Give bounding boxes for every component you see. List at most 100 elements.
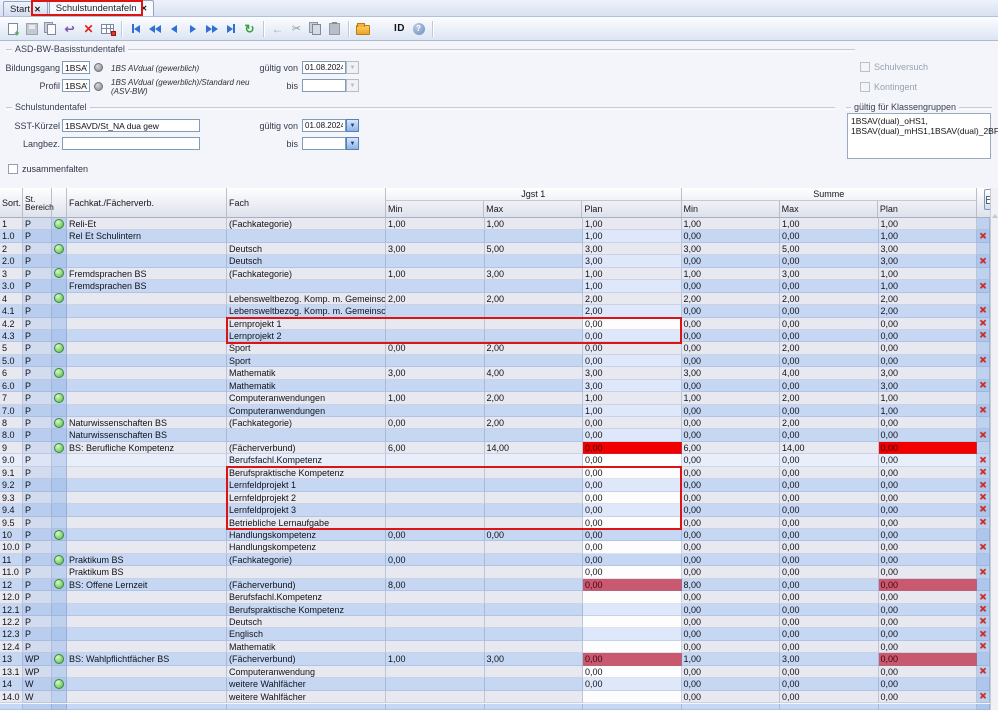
help-button[interactable]: ? — [409, 19, 428, 38]
paste-button[interactable] — [325, 19, 344, 38]
zusammenfalten-checkbox[interactable] — [8, 164, 18, 174]
cell-jgst1-plan[interactable]: 1,00 — [583, 405, 682, 417]
sst-gueltig-von-field[interactable] — [302, 119, 346, 132]
sst-bis-dropdown[interactable]: ▼ — [346, 137, 359, 150]
column-header-summe-plan[interactable]: Plan — [878, 201, 976, 217]
cell-jgst1-plan[interactable]: 0,00 — [583, 566, 682, 578]
delete-row-icon[interactable]: ✕ — [979, 541, 987, 553]
table-row[interactable]: 10.0PHandlungskompetenz0,000,000,000,00✕ — [0, 541, 990, 553]
delete-row-icon[interactable]: ✕ — [979, 380, 987, 392]
table-row[interactable]: 5PSport0,002,000,000,002,000,00 — [0, 342, 990, 354]
table-row[interactable]: 7PComputeranwendungen1,002,001,001,002,0… — [0, 392, 990, 404]
column-header-jgst1-min[interactable]: Min — [386, 201, 484, 217]
delete-row-icon[interactable]: ✕ — [979, 628, 987, 640]
cell-jgst1-plan[interactable]: 2,00 — [583, 305, 682, 317]
table-row[interactable]: 12.1PBerufspraktische Kompetenz0,000,000… — [0, 604, 990, 616]
delete-row-icon[interactable]: ✕ — [979, 318, 987, 330]
table-row[interactable]: 11PPraktikum BS(Fachkategorie)0,000,000,… — [0, 554, 990, 566]
table-row[interactable]: 12PBS: Offene Lernzeit(Fächerverbund)8,0… — [0, 579, 990, 591]
close-icon[interactable]: ✕ — [34, 5, 41, 14]
delete-button[interactable]: ✕ — [79, 19, 98, 38]
expand-add-icon[interactable] — [54, 219, 64, 229]
delete-row-icon[interactable]: ✕ — [979, 405, 987, 417]
folder-button[interactable] — [353, 19, 372, 38]
tab-start[interactable]: Start ✕ — [3, 1, 48, 16]
expand-add-icon[interactable] — [54, 679, 64, 689]
cell-jgst1-plan[interactable] — [583, 641, 682, 653]
cell-jgst1-plan[interactable] — [583, 604, 682, 616]
table-row[interactable]: 12.2PDeutsch0,000,000,00✕ — [0, 616, 990, 628]
delete-row-icon[interactable]: ✕ — [979, 591, 987, 603]
cell-jgst1-plan[interactable]: 0,00 — [583, 467, 682, 479]
table-row[interactable]: 2.0PDeutsch3,000,000,003,00✕ — [0, 255, 990, 267]
table-row[interactable]: 4.2PLernprojekt 10,000,000,000,00✕ — [0, 318, 990, 330]
expand-add-icon[interactable] — [54, 654, 64, 664]
table-row[interactable]: 11.0PPraktikum BS0,000,000,000,00✕ — [0, 566, 990, 578]
table-row[interactable]: 10PHandlungskompetenz0,000,000,000,000,0… — [0, 529, 990, 541]
first-record-button[interactable] — [126, 19, 145, 38]
delete-row-icon[interactable]: ✕ — [979, 641, 987, 653]
cell-jgst1-plan[interactable]: 0,00 — [583, 318, 682, 330]
expand-add-icon[interactable] — [54, 343, 64, 353]
expand-add-icon[interactable] — [54, 393, 64, 403]
cell-jgst1-plan[interactable]: 0,00 — [583, 479, 682, 491]
table-row[interactable]: 5.0PSport0,000,000,000,00✕ — [0, 355, 990, 367]
copy-button[interactable] — [306, 19, 325, 38]
delete-row-icon[interactable]: ✕ — [979, 666, 987, 678]
delete-row-icon[interactable]: ✕ — [979, 616, 987, 628]
table-row[interactable]: 6PMathematik3,004,003,003,004,003,00 — [0, 367, 990, 379]
expand-add-icon[interactable] — [54, 443, 64, 453]
delete-row-icon[interactable]: ✕ — [979, 355, 987, 367]
profil-field[interactable] — [62, 79, 90, 92]
table-row[interactable]: 9.0PBerufsfachl.Kompetenz0,000,000,000,0… — [0, 454, 990, 466]
duplicate-button[interactable] — [41, 19, 60, 38]
table-row[interactable]: 3.0PFremdsprachen BS1,000,000,001,00✕ — [0, 280, 990, 292]
new-record-button[interactable]: + — [3, 19, 22, 38]
cell-jgst1-plan[interactable]: 0,00 — [583, 330, 682, 342]
undo-button[interactable]: ↩ — [60, 19, 79, 38]
column-header-summe-min[interactable]: Min — [682, 201, 780, 217]
bis-field[interactable] — [302, 79, 346, 92]
cell-jgst1-plan[interactable]: 1,00 — [583, 280, 682, 292]
cell-jgst1-plan[interactable]: 0,00 — [583, 678, 682, 690]
sst-bis-field[interactable] — [302, 137, 346, 150]
table-row[interactable]: 1.0PRel Et Schulintern1,000,000,001,00✕ — [0, 230, 990, 242]
table-row[interactable]: 8.0PNaturwissenschaften BS0,000,000,000,… — [0, 429, 990, 441]
expand-add-icon[interactable] — [54, 418, 64, 428]
vertical-scrollbar[interactable] — [990, 188, 998, 710]
cut-button[interactable]: ✂ — [287, 19, 306, 38]
gueltig-von-field[interactable] — [302, 61, 346, 74]
table-row[interactable]: 13.1WPComputeranwendung0,000,000,000,00✕ — [0, 666, 990, 678]
table-row[interactable]: 9.2PLernfeldprojekt 10,000,000,000,00✕ — [0, 479, 990, 491]
delete-row-icon[interactable]: ✕ — [979, 230, 987, 242]
table-row[interactable]: 14.0Wweitere Wahlfächer0,000,000,00✕ — [0, 691, 990, 703]
scroll-up-icon[interactable] — [992, 214, 998, 218]
table-row[interactable]: 4.3PLernprojekt 20,000,000,000,00✕ — [0, 330, 990, 342]
delete-row-icon[interactable]: ✕ — [979, 454, 987, 466]
delete-row-icon[interactable]: ✕ — [979, 691, 987, 703]
table-row[interactable]: 8PNaturwissenschaften BS(Fachkategorie)0… — [0, 417, 990, 429]
table-row[interactable]: 2PDeutsch3,005,003,003,005,003,00 — [0, 243, 990, 255]
cell-jgst1-plan[interactable]: 0,00 — [583, 492, 682, 504]
cell-jgst1-plan[interactable]: 0,00 — [583, 666, 682, 678]
table-row[interactable]: 9.1PBerufspraktische Kompetenz0,000,000,… — [0, 467, 990, 479]
cell-jgst1-plan[interactable]: 0,00 — [583, 355, 682, 367]
table-row[interactable]: 3PFremdsprachen BS(Fachkategorie)1,003,0… — [0, 268, 990, 280]
table-row[interactable]: 4PLebensweltbezog. Komp. m. Gemeinschaft… — [0, 293, 990, 305]
table-row[interactable]: 9.5PBetriebliche Lernaufgabe0,000,000,00… — [0, 517, 990, 529]
fast-next-button[interactable] — [202, 19, 221, 38]
table-row[interactable]: 4.1PLebensweltbezog. Komp. m. Gemeinscha… — [0, 305, 990, 317]
cell-jgst1-plan[interactable]: 3,00 — [583, 380, 682, 392]
column-header-jgst1-max[interactable]: Max — [484, 201, 582, 217]
delete-row-icon[interactable]: ✕ — [979, 566, 987, 578]
table-row[interactable]: 12.4PMathematik0,000,000,00✕ — [0, 641, 990, 653]
refresh-button[interactable]: ↻ — [240, 19, 259, 38]
delete-row-icon[interactable]: ✕ — [979, 604, 987, 616]
column-header-sort[interactable]: Sort. — [0, 188, 23, 218]
cell-jgst1-plan[interactable] — [583, 616, 682, 628]
table-row[interactable]: 1PReli-Et(Fachkategorie)1,001,001,001,00… — [0, 218, 990, 230]
cell-jgst1-plan[interactable] — [583, 691, 682, 703]
last-record-button[interactable] — [221, 19, 240, 38]
table-row[interactable]: 13WPBS: Wahlpflichtfächer BS(Fächerverbu… — [0, 653, 990, 665]
delete-row-icon[interactable]: ✕ — [979, 255, 987, 267]
